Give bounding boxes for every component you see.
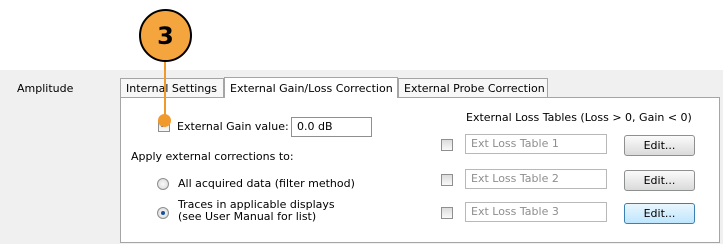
loss-table-2-edit-button[interactable]: Edit...	[624, 170, 695, 191]
tab-internal-settings[interactable]: Internal Settings	[120, 78, 224, 98]
loss-table-3-checkbox[interactable]	[441, 207, 453, 219]
loss-table-1-field[interactable]: Ext Loss Table 1	[465, 134, 607, 154]
loss-table-2-checkbox[interactable]	[441, 174, 453, 186]
loss-table-3-edit-button[interactable]: Edit...	[624, 203, 695, 224]
callout-leader-line	[164, 61, 166, 119]
external-gain-value-input[interactable]: 0.0 dB	[291, 117, 372, 137]
loss-tables-heading: External Loss Tables (Loss > 0, Gain < 0…	[466, 111, 692, 124]
tab-external-gain-loss-correction[interactable]: External Gain/Loss Correction	[224, 77, 398, 98]
radio-all-acquired-data[interactable]	[157, 178, 169, 190]
apply-corrections-heading: Apply external corrections to:	[131, 150, 294, 163]
loss-table-1-edit-button[interactable]: Edit...	[624, 135, 695, 156]
section-label-amplitude: Amplitude	[17, 82, 74, 95]
radio-traces-applicable-displays[interactable]	[157, 207, 169, 219]
radio-traces-label-line2: (see User Manual for list)	[178, 210, 317, 223]
callout-pointer-dot	[158, 114, 171, 127]
tab-panel: ✔ External Gain value: 0.0 dB Apply exte…	[120, 97, 720, 243]
external-gain-label: External Gain value:	[177, 120, 289, 133]
loss-table-2-field[interactable]: Ext Loss Table 2	[465, 169, 607, 189]
radio-traces-label: Traces in applicable displays (see User …	[178, 199, 335, 223]
loss-table-1-checkbox[interactable]	[441, 139, 453, 151]
callout-number-badge: 3	[139, 9, 192, 62]
radio-all-acquired-data-label: All acquired data (filter method)	[178, 177, 355, 190]
loss-table-3-field[interactable]: Ext Loss Table 3	[465, 202, 607, 222]
tab-external-probe-correction[interactable]: External Probe Correction	[398, 78, 548, 98]
